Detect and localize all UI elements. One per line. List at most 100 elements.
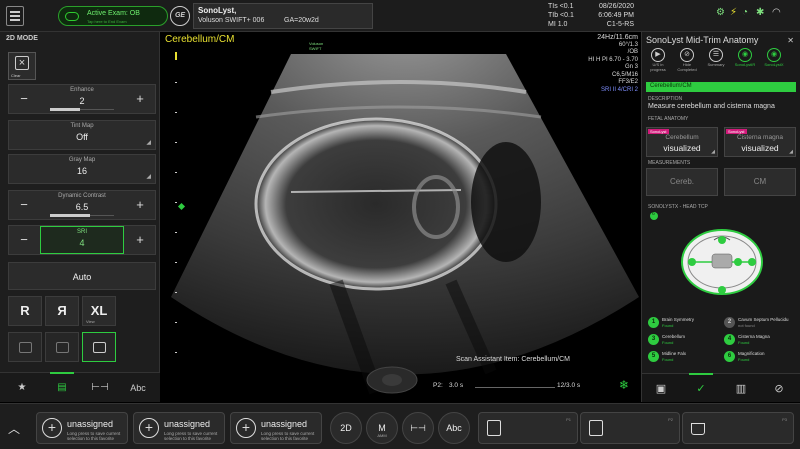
param-gain: Gn 3 (624, 64, 638, 70)
checklist-item[interactable]: 4 Cisterna Magna Found (724, 333, 800, 347)
measurements-label: MEASUREMENTS (648, 160, 691, 166)
play-icon: ▶ (651, 48, 665, 62)
p1-save-button[interactable]: P1 (478, 412, 578, 444)
gray-map-control[interactable]: Gray Map 16 ◢ (8, 154, 156, 184)
checklist-item[interactable]: 5 Midline Falx Found (648, 350, 724, 364)
favorite-slot-3[interactable]: + unassigned Long press to save current … (230, 412, 322, 444)
param-sri: SRI II 4/CRI 2 (600, 86, 638, 93)
sri-control: − SRI 4 + (8, 225, 156, 255)
checklist-item[interactable]: 1 Brain Symmetry Found (648, 316, 724, 330)
tab-annotate[interactable]: Abc (120, 377, 156, 399)
tab-favorites[interactable]: ★ (4, 377, 40, 399)
dynamic-contrast-plus-button[interactable]: + (125, 191, 155, 219)
xl-view-button[interactable]: XL View (82, 296, 116, 326)
cine-bar[interactable]: P2: 3.0 s 12/3.0 s (433, 381, 623, 393)
close-icon[interactable]: ✕ (787, 36, 794, 45)
sonolyst-x-icon: ◉ (767, 48, 781, 62)
tab-sonolyst[interactable]: ✓ (686, 373, 716, 400)
active-exam-title: Active Exam: OB (87, 10, 140, 17)
gray-map-label: Gray Map (68, 157, 96, 163)
caliper-button[interactable]: ⊢⊣ (402, 412, 434, 444)
dynamic-contrast-display[interactable]: Dynamic Contrast 6.5 (40, 191, 124, 219)
param-map: C6,5/M16 (611, 71, 638, 78)
enhance-slider (50, 108, 114, 111)
p3-send-button[interactable]: P3 (682, 412, 794, 444)
sri-value: 4 (79, 238, 85, 248)
tab-measure[interactable]: ⊢⊣ (82, 377, 118, 399)
chevron-down-icon: ◢ (789, 149, 793, 155)
safety-indices: TIs <0.1 TIb <0.1 MI 1.0 (548, 2, 574, 29)
network-icon[interactable]: ⚙ (716, 7, 725, 18)
quad-layout-button[interactable] (45, 332, 79, 362)
chevron-up-icon[interactable]: ︿ (8, 420, 20, 437)
left-tabs: ★ ▤ ⊢⊣ Abc (0, 372, 160, 402)
clear-button[interactable]: × Clear (8, 52, 36, 80)
patient-info[interactable]: SonoLyst, Voluson SWIFT+ 006 GA=20w2d (193, 3, 373, 29)
param-angle: 60°/1.3 (618, 41, 638, 48)
sri-display[interactable]: SRI 4 (40, 226, 124, 254)
trackball-icon (366, 366, 418, 394)
checklist-item[interactable]: 3 Cerebellum Found (648, 333, 724, 347)
sri-plus-button[interactable]: + (125, 226, 155, 254)
enhance-display[interactable]: Enhance 2 (40, 85, 124, 113)
lock-icon[interactable]: ◔ (742, 7, 748, 18)
enhance-minus-button[interactable]: − (9, 85, 39, 113)
disable-icon: ⊘ (774, 383, 784, 395)
cereb-measure-button[interactable]: Cereb. (646, 168, 718, 196)
param-preset: /OB (627, 49, 638, 55)
tint-map-control[interactable]: Tint Map Off ◢ (8, 120, 156, 150)
settings-icon[interactable]: ✱ (756, 7, 764, 18)
full-layout-button[interactable] (82, 332, 116, 362)
tab-report[interactable]: ▥ (726, 378, 756, 400)
menu-icon[interactable] (6, 6, 24, 26)
sri-minus-button[interactable]: − (9, 226, 39, 254)
images-icon: ▣ (655, 383, 667, 395)
us-in-progress-button[interactable]: ▶ U/S in progress (646, 48, 670, 78)
mode-m-button[interactable]: M AMM (366, 412, 398, 444)
auto-button[interactable]: Auto (8, 262, 156, 290)
save-icon (589, 420, 603, 436)
dynamic-contrast-minus-button[interactable]: − (9, 191, 39, 219)
gestational-age: GA=20w2d (284, 17, 319, 24)
tab-disable[interactable]: ⊘ (764, 378, 794, 400)
summary-button[interactable]: ☰ Summary (704, 48, 728, 78)
diagram-dot-label: 6 (652, 211, 655, 217)
favorite-slot-2[interactable]: + unassigned Long press to save current … (133, 412, 225, 444)
caliper-icon: ⊢⊣ (410, 423, 426, 433)
checklist-item[interactable]: 6 Magnification Found (724, 350, 800, 364)
annotate-button[interactable]: Abc (438, 412, 470, 444)
sonolyst-x-button[interactable]: ◉ SonoLystX (762, 48, 786, 78)
anatomy-name: Cisterna magna (737, 134, 783, 141)
tab-imaging[interactable]: ▤ (44, 372, 80, 399)
mode-title: 2D MODE (6, 35, 38, 42)
sonolyst-ir-button[interactable]: ◉ SonoLystIR (733, 48, 757, 78)
wifi-icon[interactable]: ◠ (772, 7, 781, 18)
dynamic-contrast-control: − Dynamic Contrast 6.5 + (8, 190, 156, 220)
flip-vertical-button[interactable]: R (8, 296, 42, 326)
layout-single-icon (19, 342, 32, 353)
hide-completed-button[interactable]: ⊘ Hide Completed (675, 48, 699, 78)
enhance-plus-button[interactable]: + (125, 85, 155, 113)
p2-save-button[interactable]: P2 (580, 412, 680, 444)
probe-icon: ▤ (57, 382, 67, 393)
flip-horizontal-button[interactable]: Я (45, 296, 79, 326)
left-panel: 2D MODE × Clear − Enhance 2 + Tint Map O… (0, 32, 160, 402)
bar-chart-icon: ▥ (735, 383, 747, 395)
tab-images[interactable]: ▣ (646, 378, 676, 400)
anatomy-value: visualized (741, 143, 779, 153)
caliper-icon: ⊢⊣ (91, 382, 109, 393)
favorite-slot-1[interactable]: + unassigned Long press to save current … (36, 412, 128, 444)
right-tabs: ▣ ✓ ▥ ⊘ (642, 373, 800, 402)
cerebellum-select[interactable]: SonoLyst Cerebellum visualized ◢ (646, 127, 718, 157)
plus-icon: + (236, 418, 256, 438)
cisterna-magna-select[interactable]: SonoLyst Cisterna magna visualized ◢ (724, 127, 796, 157)
single-layout-button[interactable] (8, 332, 42, 362)
dynamic-contrast-slider (50, 214, 114, 217)
layout-full-icon (93, 342, 106, 353)
freeze-icon[interactable]: ❄ (619, 378, 629, 392)
ultrasound-image-area[interactable]: Cerebellum/CM Voluson SWIFT 24Hz/11.6cm … (161, 32, 640, 402)
mode-2d-button[interactable]: 2D (330, 412, 362, 444)
active-exam-button[interactable]: Active Exam: OB Tap here to End Exam (58, 6, 168, 26)
cm-measure-button[interactable]: CM (724, 168, 796, 196)
checklist-item[interactable]: 2 Cavum Septum Pellucidu not found (724, 316, 800, 330)
